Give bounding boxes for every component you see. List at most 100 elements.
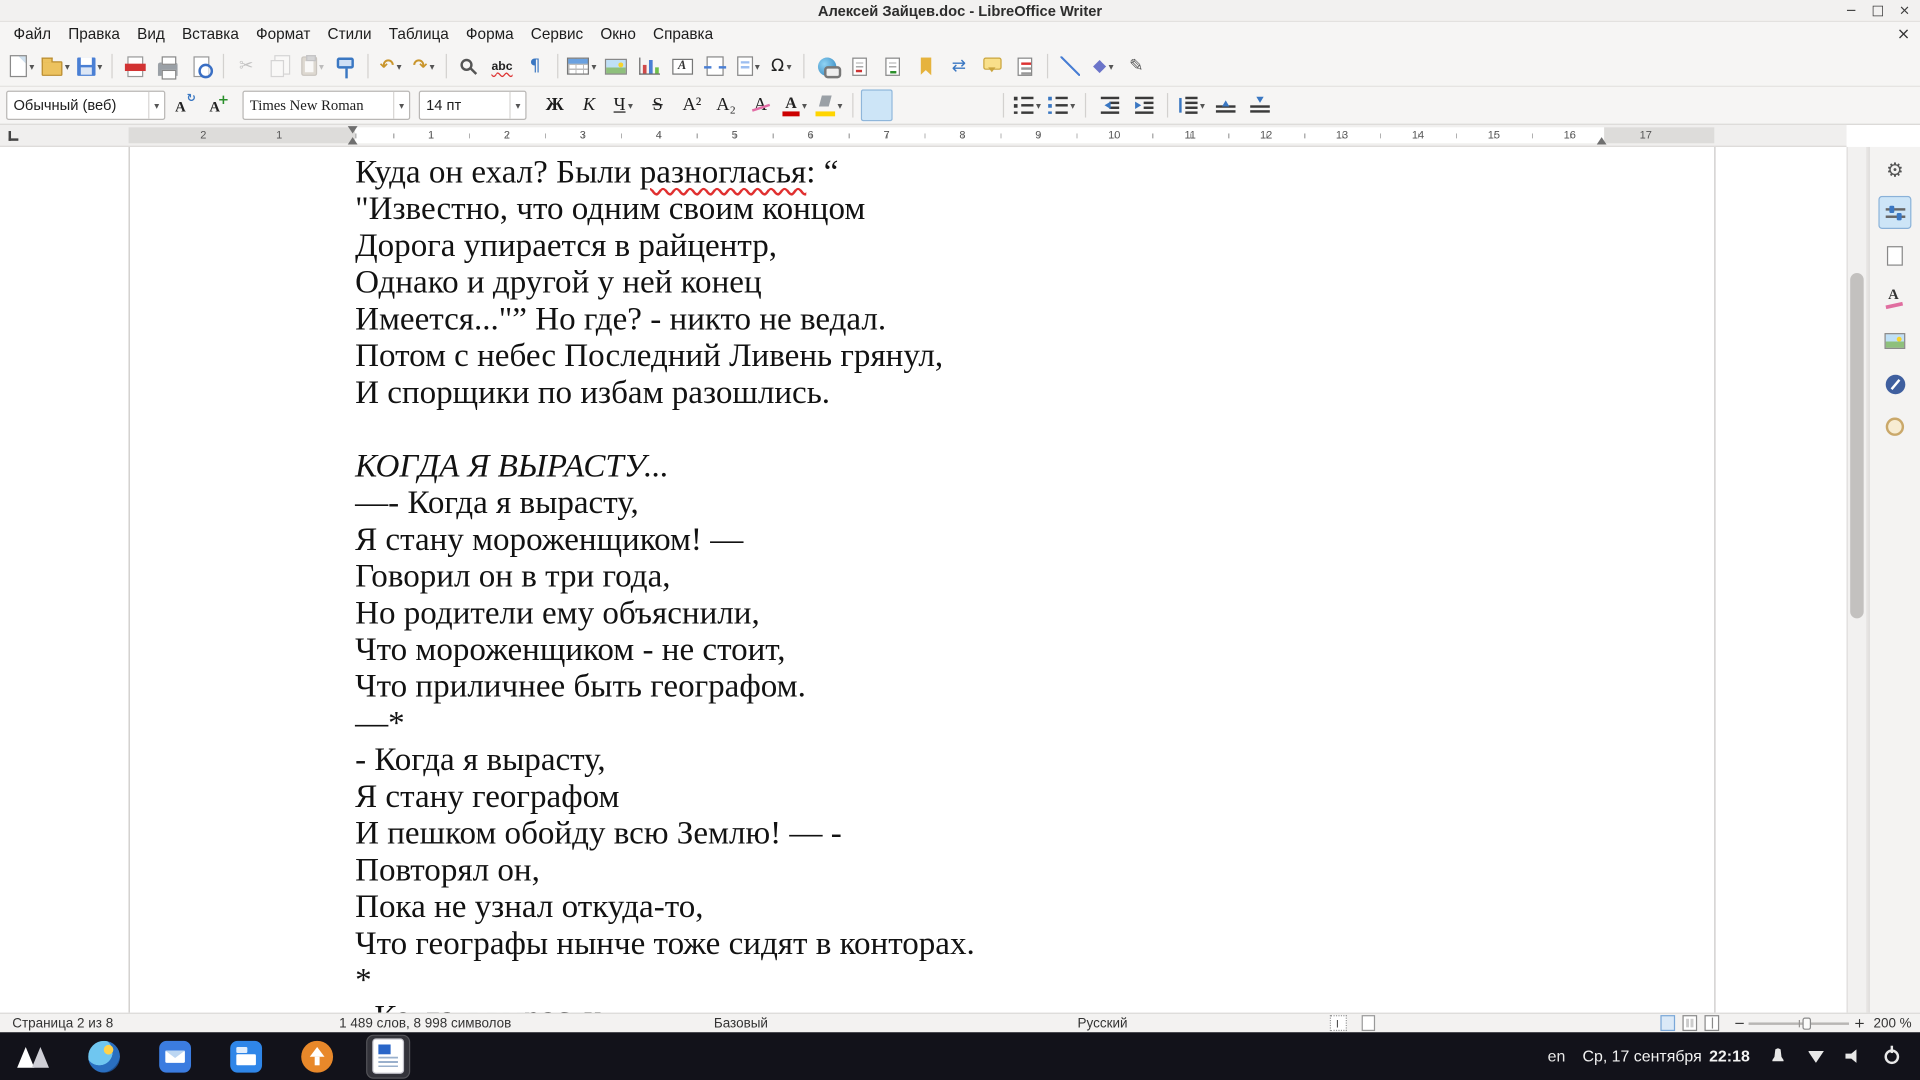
zoom-slider-thumb[interactable] <box>1802 1018 1811 1030</box>
font-size-dropdown-arrow[interactable]: ▾ <box>509 92 525 119</box>
paragraph-style-dropdown-arrow[interactable]: ▾ <box>148 92 164 119</box>
maximize-button[interactable]: □ <box>1871 2 1884 18</box>
menu-form[interactable]: Форма <box>457 23 522 45</box>
clear-formatting-button[interactable]: A <box>744 89 776 121</box>
text-line[interactable]: Я стану мороженщиком! — <box>355 520 1616 557</box>
save-dropdown-arrow[interactable]: ▾ <box>97 61 102 72</box>
text-line[interactable]: Пока не узнал откуда-то, <box>355 888 1616 925</box>
tray-power[interactable] <box>1881 1045 1903 1067</box>
update-style-button[interactable] <box>168 89 200 121</box>
highlight-color-button[interactable]: ▾ <box>813 89 845 121</box>
subscript-button[interactable]: A₂ <box>710 89 742 121</box>
text-line[interactable]: Повторял он, <box>355 851 1616 888</box>
sidebar-tab-page[interactable] <box>1878 239 1911 272</box>
insert-cross-reference-button[interactable]: ⇄ <box>943 50 975 82</box>
text-line[interactable]: Говорил он в три года, <box>355 557 1616 594</box>
print-preview-button[interactable] <box>185 50 217 82</box>
insert-image-button[interactable] <box>600 50 632 82</box>
font-name-dropdown-arrow[interactable]: ▾ <box>393 92 409 119</box>
insert-table-button[interactable]: ▾ <box>565 50 599 82</box>
insert-bookmark-button[interactable] <box>910 50 942 82</box>
document-canvas[interactable]: Куда он ехал? Были разногласья: “"Извест… <box>0 147 1920 1013</box>
selection-mode-icon[interactable] <box>1330 1015 1347 1031</box>
font-size-combo[interactable]: 14 пт ▾ <box>419 91 527 120</box>
menu-format[interactable]: Формат <box>247 23 319 45</box>
show-draw-functions-button[interactable]: ✎ <box>1120 50 1152 82</box>
sidebar-tab-properties[interactable] <box>1878 196 1911 229</box>
right-indent-marker[interactable] <box>1597 132 1607 144</box>
menu-help[interactable]: Справка <box>644 23 721 45</box>
find-and-replace-button[interactable] <box>453 50 485 82</box>
sidebar-tab-navigator[interactable] <box>1878 367 1911 400</box>
zoom-out-button[interactable]: − <box>1734 1015 1745 1032</box>
sidebar-tab-sidebar-settings[interactable]: ⚙ <box>1878 153 1911 186</box>
text-line[interactable]: - Когда я вырасту <box>355 998 1616 1013</box>
open-dropdown-arrow[interactable]: ▾ <box>65 61 70 72</box>
paragraph-style-combo[interactable]: Обычный (веб) ▾ <box>6 91 165 120</box>
text-line[interactable]: Куда он ехал? Были разногласья: “ <box>355 153 1616 190</box>
insert-table-dropdown-arrow[interactable]: ▾ <box>591 61 596 72</box>
insert-special-character-button[interactable]: Ω▾ <box>765 50 797 82</box>
text-line[interactable]: Дорога упирается в райцентр, <box>355 227 1616 264</box>
insert-hyperlink-button[interactable] <box>811 50 843 82</box>
taskbar-app-app-launcher[interactable] <box>12 1035 54 1077</box>
menu-tools[interactable]: Сервис <box>522 23 592 45</box>
save-button[interactable]: ▾ <box>73 50 105 82</box>
tab-stop-type-selector[interactable] <box>9 131 19 141</box>
align-center-button[interactable] <box>895 89 927 121</box>
text-line[interactable]: Но родители ему объяснили, <box>355 594 1616 631</box>
insert-special-character-dropdown-arrow[interactable]: ▾ <box>787 61 792 72</box>
tray-volume[interactable] <box>1843 1045 1865 1067</box>
text-line[interactable]: "Известно, что одним своим концом <box>355 190 1616 227</box>
text-line[interactable]: —- Когда я вырасту, <box>355 484 1616 521</box>
highlight-color-dropdown-arrow[interactable]: ▾ <box>838 100 843 111</box>
menu-insert[interactable]: Вставка <box>173 23 247 45</box>
taskbar-app-file-manager[interactable] <box>225 1035 267 1077</box>
zoom-slider[interactable] <box>1749 1022 1849 1024</box>
bullet-list-dropdown-arrow[interactable]: ▾ <box>1036 100 1041 111</box>
underline-button[interactable]: Ч▾ <box>607 89 639 121</box>
redo-dropdown-arrow[interactable]: ▾ <box>430 61 435 72</box>
strikethrough-button[interactable]: S <box>642 89 674 121</box>
increase-indent-button[interactable] <box>1128 89 1160 121</box>
multi-page-view-button[interactable] <box>1682 1015 1697 1031</box>
text-line[interactable]: И пешком обойду всю Землю! — - <box>355 814 1616 851</box>
align-right-button[interactable] <box>929 89 961 121</box>
redo-button[interactable]: ↷▾ <box>408 50 440 82</box>
new-style-button[interactable] <box>202 89 234 121</box>
spelling-button[interactable]: abc <box>486 50 518 82</box>
align-justify-button[interactable] <box>964 89 996 121</box>
text-line[interactable]: * <box>355 961 1616 998</box>
document-close-icon[interactable]: × <box>1897 25 1910 43</box>
basic-shapes-button[interactable]: ◆▾ <box>1087 50 1119 82</box>
superscript-button[interactable]: A² <box>676 89 708 121</box>
insert-footnote-button[interactable] <box>844 50 876 82</box>
insert-chart-button[interactable] <box>633 50 665 82</box>
new-document-dropdown-arrow[interactable]: ▾ <box>29 61 34 72</box>
text-line[interactable]: —* <box>355 704 1616 741</box>
zoom-level-indicator[interactable]: 200 % <box>1873 1015 1911 1032</box>
new-document-button[interactable]: ▾ <box>6 50 38 82</box>
paste-dropdown-arrow[interactable]: ▾ <box>319 61 324 72</box>
decrease-paragraph-spacing-button[interactable] <box>1244 89 1276 121</box>
menu-table[interactable]: Таблица <box>380 23 457 45</box>
zoom-in-button[interactable]: + <box>1854 1015 1865 1032</box>
line-spacing-button[interactable]: ▾ <box>1176 89 1208 121</box>
font-color-dropdown-arrow[interactable]: ▾ <box>802 100 807 111</box>
track-changes-button[interactable] <box>1009 50 1041 82</box>
horizontal-ruler[interactable]: 121234567891011121314151617 <box>0 125 1847 147</box>
open-button[interactable]: ▾ <box>39 50 72 82</box>
line-spacing-dropdown-arrow[interactable]: ▾ <box>1200 100 1205 111</box>
vertical-scrollbar-thumb[interactable] <box>1850 273 1863 618</box>
text-line[interactable]: Что приличнее быть географом. <box>355 667 1616 704</box>
font-color-button[interactable]: ▾ <box>779 89 811 121</box>
save-status-icon[interactable] <box>1362 1015 1375 1031</box>
language-indicator[interactable]: Русский <box>1078 1015 1128 1032</box>
text-line[interactable]: Что мороженщиком - не стоит, <box>355 631 1616 668</box>
taskbar-app-writer[interactable] <box>367 1035 409 1077</box>
text-line[interactable]: Имеется..."” Но где? - никто не ведал. <box>355 300 1616 337</box>
underline-dropdown-arrow[interactable]: ▾ <box>628 100 633 111</box>
taskbar-app-messenger[interactable] <box>154 1035 196 1077</box>
insert-field-button[interactable]: ▾ <box>732 50 764 82</box>
text-line[interactable]: - Когда я вырасту, <box>355 741 1616 778</box>
